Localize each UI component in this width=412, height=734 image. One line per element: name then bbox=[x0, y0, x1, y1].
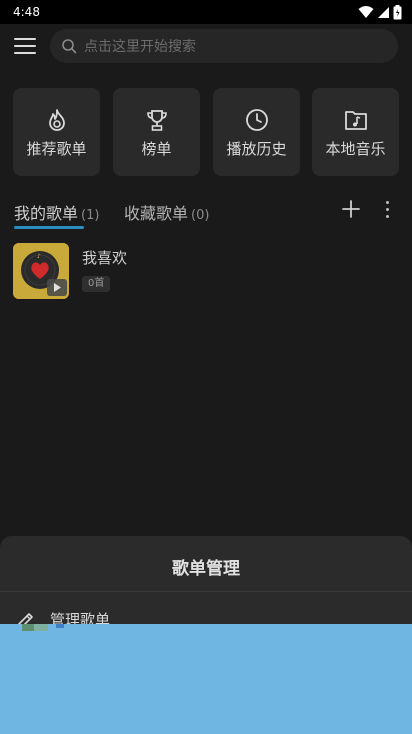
battery-icon bbox=[393, 4, 402, 19]
divider bbox=[0, 591, 412, 592]
quick-link-local-music[interactable]: 本地音乐 bbox=[312, 88, 399, 176]
wifi-icon bbox=[358, 6, 374, 18]
tab-label: 我的歌单 bbox=[14, 204, 79, 223]
search-placeholder: 点击这里开始搜索 bbox=[84, 39, 196, 55]
quick-link-charts[interactable]: 榜单 bbox=[113, 88, 200, 176]
status-time: 4:48 bbox=[13, 5, 40, 19]
svg-text:♪: ♪ bbox=[37, 253, 41, 260]
render-artifact bbox=[22, 624, 34, 631]
quick-link-label: 本地音乐 bbox=[325, 140, 386, 158]
playlist-song-count: 0首 bbox=[82, 276, 111, 292]
render-artifact bbox=[34, 624, 48, 631]
quick-links: 推荐歌单 榜单 播放历史 本地音乐 bbox=[13, 88, 401, 176]
tab-count: (1) bbox=[81, 208, 100, 223]
active-tab-indicator bbox=[14, 226, 84, 229]
add-playlist-button[interactable] bbox=[340, 198, 362, 220]
overlay-panel bbox=[0, 624, 412, 734]
quick-link-recommended[interactable]: 推荐歌单 bbox=[13, 88, 100, 176]
signal-icon bbox=[378, 6, 389, 18]
top-bar: 点击这里开始搜索 bbox=[0, 28, 412, 64]
playlist-title: 我喜欢 bbox=[82, 249, 128, 267]
plus-icon bbox=[342, 200, 360, 218]
tab-collected-playlists[interactable]: 收藏歌单 (0) bbox=[124, 200, 209, 224]
quick-link-history[interactable]: 播放历史 bbox=[213, 88, 300, 176]
playlist-cover: ♪ bbox=[13, 243, 69, 299]
clock-icon bbox=[245, 109, 268, 131]
menu-button[interactable] bbox=[14, 38, 36, 54]
trophy-icon bbox=[146, 110, 167, 131]
sheet-title: 歌单管理 bbox=[172, 559, 240, 579]
quick-link-label: 榜单 bbox=[141, 140, 172, 158]
quick-link-label: 播放历史 bbox=[226, 140, 287, 158]
vinyl-heart-icon: ♪ bbox=[13, 243, 69, 299]
tab-my-playlists[interactable]: 我的歌单 (1) bbox=[14, 200, 99, 224]
status-bar: 4:48 bbox=[0, 0, 412, 24]
quick-link-label: 推荐歌单 bbox=[26, 140, 87, 158]
search-bar[interactable]: 点击这里开始搜索 bbox=[50, 29, 398, 63]
render-artifact bbox=[56, 624, 64, 628]
search-icon bbox=[62, 39, 77, 54]
music-folder-icon bbox=[344, 111, 367, 130]
more-options-button[interactable] bbox=[380, 198, 394, 220]
fire-icon bbox=[48, 109, 65, 131]
status-icons bbox=[358, 4, 402, 20]
tab-label: 收藏歌单 bbox=[124, 204, 189, 223]
playlist-tabs: 我的歌单 (1) 收藏歌单 (0) bbox=[14, 198, 398, 232]
list-item[interactable]: ♪ 我喜欢 0首 bbox=[13, 243, 399, 299]
tab-count: (0) bbox=[191, 208, 210, 223]
